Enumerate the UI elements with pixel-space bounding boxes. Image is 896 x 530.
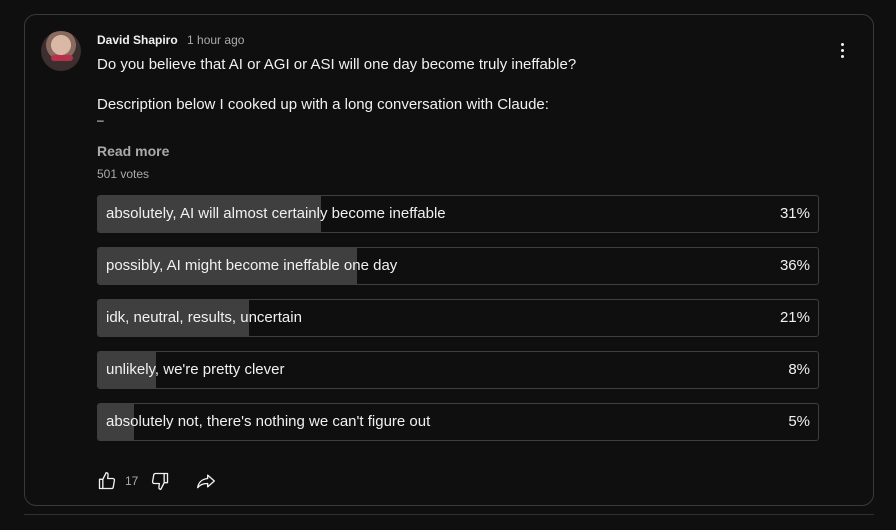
like-count: 17 [125, 474, 139, 488]
poll-option-label: idk, neutral, results, uncertain [106, 309, 302, 326]
poll-option-label: absolutely, AI will almost certainly bec… [106, 205, 446, 222]
post-header: David Shapiro 1 hour ago [97, 33, 244, 47]
divider [24, 514, 874, 515]
post-time[interactable]: 1 hour ago [187, 33, 244, 47]
poll-option-label: absolutely not, there's nothing we can't… [106, 413, 431, 430]
thumbs-down-icon[interactable] [148, 469, 172, 493]
post-body: Do you believe that AI or AGI or ASI wil… [97, 55, 797, 127]
poll-options: absolutely, AI will almost certainly bec… [97, 195, 819, 455]
post-card: David Shapiro 1 hour ago Do you believe … [24, 14, 874, 506]
poll-option[interactable]: absolutely, AI will almost certainly bec… [97, 195, 819, 233]
post-line-description: Description below I cooked up with a lon… [97, 96, 549, 113]
poll-option[interactable]: possibly, AI might become ineffable one … [97, 247, 819, 285]
poll-option-percent: 36% [779, 257, 810, 274]
poll-option-label: possibly, AI might become ineffable one … [106, 257, 398, 274]
read-more-button[interactable]: Read more [97, 143, 169, 159]
poll-option-percent: 21% [779, 309, 810, 326]
more-vert-icon[interactable] [841, 43, 845, 59]
poll-option[interactable]: unlikely, we're pretty clever 8% [97, 351, 819, 389]
poll-option[interactable]: idk, neutral, results, uncertain 21% [97, 299, 819, 337]
vote-count: 501 votes [97, 167, 150, 181]
avatar[interactable] [41, 31, 81, 71]
post-line-question: Do you believe that AI or AGI or ASI wil… [97, 56, 577, 73]
poll-option-percent: 31% [779, 205, 810, 222]
author-name[interactable]: David Shapiro [97, 33, 178, 47]
thumbs-up-icon[interactable] [95, 469, 119, 493]
poll-option[interactable]: absolutely not, there's nothing we can't… [97, 403, 819, 441]
share-icon[interactable] [194, 469, 218, 493]
action-bar: 17 [95, 469, 218, 493]
poll-option-percent: 8% [788, 361, 810, 378]
post-truncated-text: – [97, 113, 104, 127]
poll-option-percent: 5% [788, 413, 810, 430]
poll-option-label: unlikely, we're pretty clever [106, 361, 285, 378]
